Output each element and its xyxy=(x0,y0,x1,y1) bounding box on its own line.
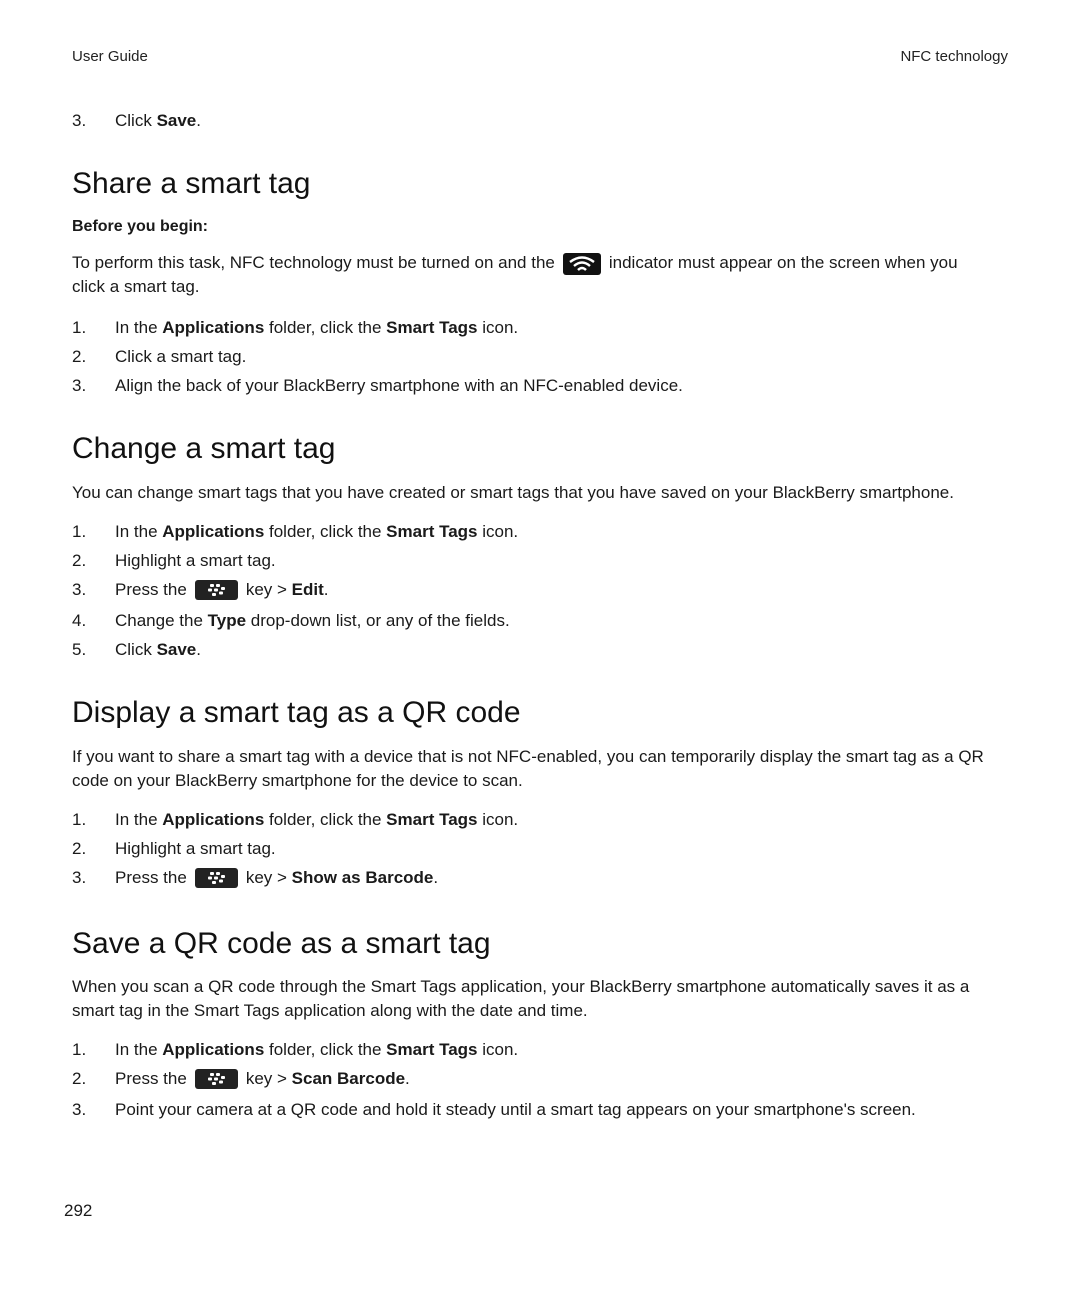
step-item: 2. Press the key > Scan Barcode. xyxy=(72,1069,410,1089)
step-item: 1. In the Applications folder, click the… xyxy=(72,810,519,829)
running-header-right: NFC technology xyxy=(900,48,1008,65)
step-item: 3. Click Save. xyxy=(72,111,201,130)
step-item: 1. In the Applications folder, click the… xyxy=(72,318,519,337)
nfc-indicator-icon xyxy=(562,252,601,275)
step-item: 5. Click Save. xyxy=(72,640,201,659)
step-item: 2. Click a smart tag. xyxy=(72,347,247,366)
step-item: 2. Highlight a smart tag. xyxy=(72,551,276,570)
blackberry-menu-key-icon xyxy=(194,580,238,600)
section-paragraph: If you want to share a smart tag with a … xyxy=(72,747,984,790)
blackberry-menu-key-icon xyxy=(194,1069,238,1089)
step-item: 3. Press the key > Edit. xyxy=(72,580,329,600)
section-paragraph: You can change smart tags that you have … xyxy=(72,483,954,502)
section-title-save: Save a QR code as a smart tag xyxy=(72,927,491,960)
section-title-share: Share a smart tag xyxy=(72,167,311,200)
step-item: 1. In the Applications folder, click the… xyxy=(72,522,519,541)
step-item: 4. Change the Type drop-down list, or an… xyxy=(72,611,510,630)
section-paragraph: When you scan a QR code through the Smar… xyxy=(72,977,970,1020)
blackberry-menu-key-icon xyxy=(194,868,238,888)
prerequisite-paragraph: To perform this task, NFC technology mus… xyxy=(72,252,958,296)
step-item: 3. Press the key > Show as Barcode. xyxy=(72,868,439,888)
section-title-change: Change a smart tag xyxy=(72,432,336,465)
step-item: 1. In the Applications folder, click the… xyxy=(72,1040,519,1059)
before-you-begin-label: Before you begin: xyxy=(72,218,209,235)
step-item: 3. Align the back of your BlackBerry sma… xyxy=(72,376,683,395)
step-item: 2. Highlight a smart tag. xyxy=(72,839,276,858)
step-item: 3. Point your camera at a QR code and ho… xyxy=(72,1100,916,1119)
section-title-display: Display a smart tag as a QR code xyxy=(72,696,521,729)
page-number: 292 xyxy=(64,1201,93,1220)
running-header-left: User Guide xyxy=(72,48,148,65)
